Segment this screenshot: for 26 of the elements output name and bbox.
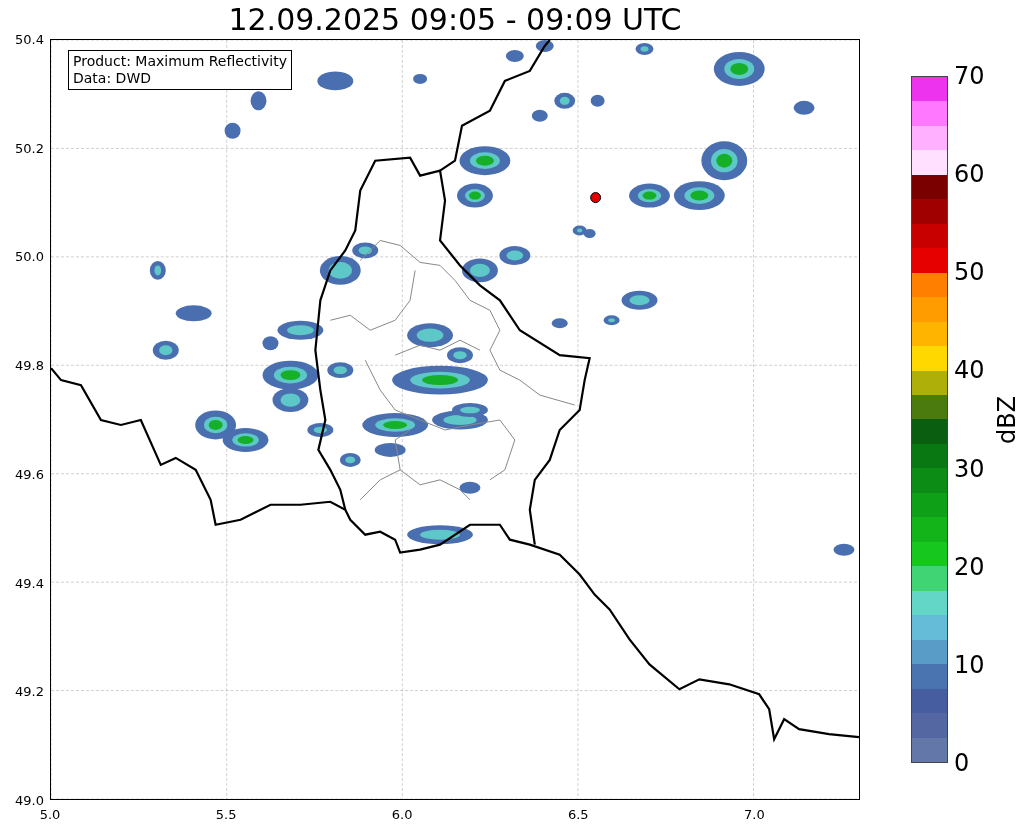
x-tick-label: 5.5 — [215, 808, 237, 821]
colorbar-tick-label: 0 — [954, 751, 970, 775]
x-tick-label: 7.0 — [744, 808, 765, 821]
y-tick-label: 49.6 — [15, 467, 44, 481]
info-text: Product: Maximum Reflectivity — [73, 53, 287, 70]
y-tick-label: 49.8 — [15, 358, 44, 372]
colorbar-tick-label: 50 — [954, 260, 985, 285]
y-tick-label: 49.0 — [15, 793, 44, 807]
info-text: Data: DWD — [73, 70, 152, 87]
x-tick-label: 6.5 — [567, 808, 589, 821]
x-tick-label: 5.0 — [39, 808, 61, 821]
colorbar-tick-label: 40 — [954, 358, 985, 383]
y-tick-label: 50.2 — [15, 141, 44, 155]
colorbar-tick-label: 20 — [954, 554, 985, 579]
x-tick-label: 6.0 — [391, 808, 413, 821]
location-marker — [590, 192, 602, 204]
chart-title: 12.09.2025 09:05 - 09:09 UTC — [227, 1, 683, 39]
y-tick-label: 50.4 — [15, 32, 44, 46]
colorbar-tick-label: 70 — [954, 64, 985, 88]
colorbar-tick-label: 10 — [954, 652, 985, 677]
y-tick-label: 50.0 — [15, 249, 44, 263]
colorbar-label: dBZ — [993, 395, 1021, 444]
y-tick-label: 49.2 — [15, 684, 44, 698]
y-tick-label: 49.4 — [15, 576, 44, 590]
colorbar-tick-label: 30 — [954, 456, 985, 481]
colorbar-tick-label: 60 — [954, 162, 985, 187]
